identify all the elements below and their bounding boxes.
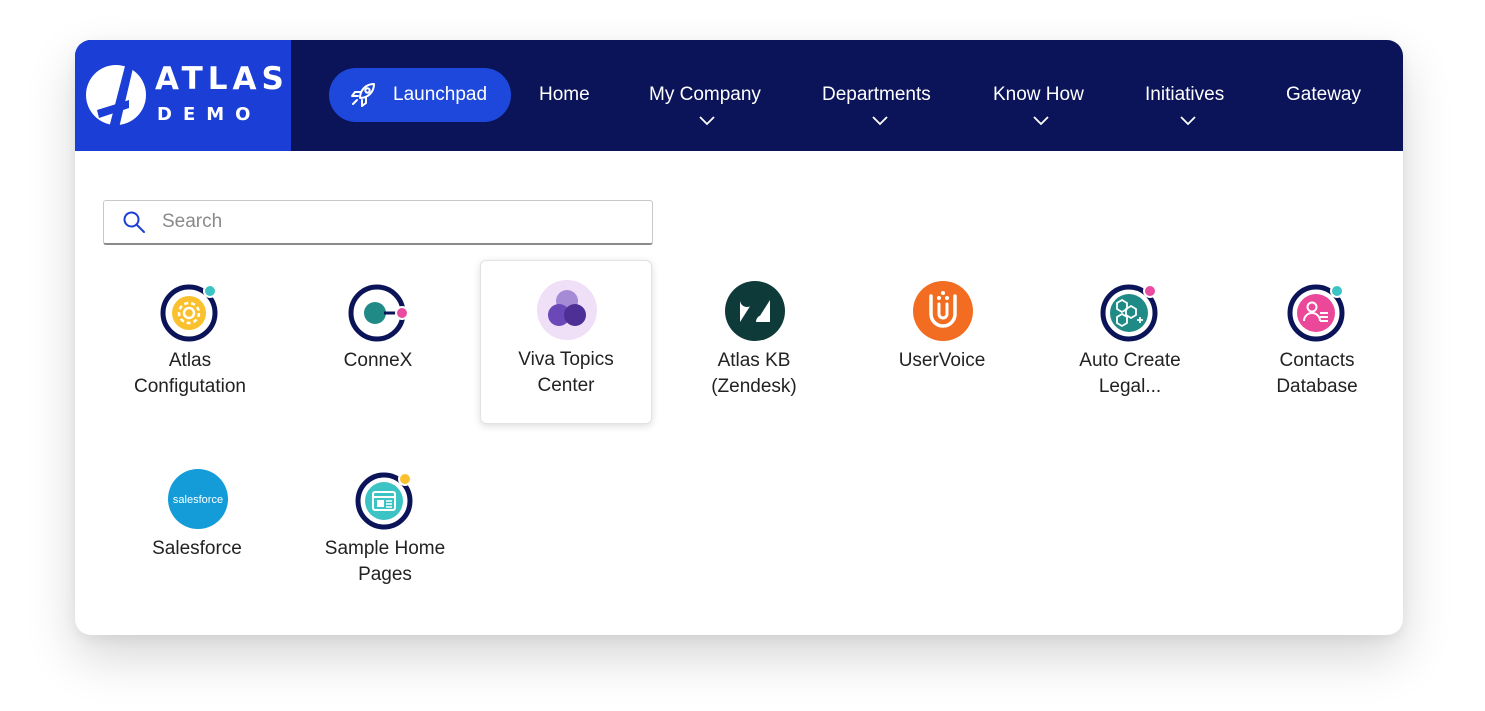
chevron-down-icon[interactable]: [699, 116, 715, 126]
app-label: Viva Topics Center: [518, 349, 614, 396]
viva-topics-icon: [537, 280, 597, 340]
nav-gateway[interactable]: Gateway: [1286, 84, 1361, 106]
nav-departments[interactable]: Departments: [822, 84, 931, 106]
contacts-icon: [1287, 284, 1345, 342]
app-tile-sample-home-pages[interactable]: Sample Home Pages: [300, 450, 470, 612]
app-tile-connex[interactable]: ConneX: [293, 262, 463, 424]
salesforce-icon: salesforce: [168, 469, 228, 529]
app-tile-atlas-kb[interactable]: Atlas KB (Zendesk): [669, 262, 839, 424]
search-input[interactable]: [160, 210, 624, 234]
chevron-down-icon[interactable]: [1180, 116, 1196, 126]
launchpad-card: ATLAS DEMO Launchpad Home My Company Dep…: [75, 40, 1403, 635]
search-box[interactable]: [103, 200, 653, 245]
app-label: ConneX: [343, 350, 413, 371]
nav-initiatives[interactable]: Initiatives: [1145, 84, 1224, 106]
nav-know-how[interactable]: Know How: [993, 84, 1084, 106]
hexagons-icon: [1100, 284, 1158, 342]
rocket-icon: [351, 83, 375, 107]
uservoice-icon: [913, 281, 973, 341]
web-page-icon: [355, 472, 413, 530]
app-label: Salesforce: [152, 538, 242, 559]
zendesk-icon: [725, 281, 785, 341]
salesforce-logo-text: salesforce: [173, 494, 223, 506]
gear-icon: [160, 284, 218, 342]
nav-home[interactable]: Home: [539, 84, 590, 106]
app-tile-salesforce[interactable]: salesforce Salesforce: [112, 450, 282, 612]
search-icon: [123, 211, 145, 233]
brand-subtitle: DEMO: [157, 104, 262, 125]
app-tile-auto-create-legal[interactable]: Auto Create Legal...: [1045, 262, 1215, 424]
app-tile-uservoice[interactable]: UserVoice: [857, 262, 1027, 424]
nav-launchpad-label: Launchpad: [393, 84, 488, 105]
connex-icon: [348, 284, 409, 342]
app-label: Sample Home Pages: [324, 538, 446, 585]
app-tile-viva-topics-center[interactable]: Viva Topics Center: [480, 260, 652, 424]
app-tile-atlas-configutation[interactable]: Atlas Configutation: [105, 262, 275, 424]
nav-launchpad[interactable]: Launchpad: [329, 68, 511, 122]
app-tile-contacts-database[interactable]: Contacts Database: [1232, 262, 1402, 424]
atlas-logo-icon: [86, 65, 146, 128]
nav-my-company[interactable]: My Company: [649, 84, 761, 106]
brand-logo[interactable]: ATLAS DEMO: [75, 40, 291, 151]
brand-name: ATLAS: [155, 61, 289, 97]
app-label: Contacts Database: [1276, 350, 1358, 397]
top-navigation-bar: ATLAS DEMO Launchpad Home My Company Dep…: [75, 40, 1403, 151]
app-label: UserVoice: [898, 350, 986, 371]
app-label: Atlas Configutation: [134, 350, 246, 397]
app-label: Auto Create Legal...: [1079, 350, 1181, 397]
chevron-down-icon[interactable]: [872, 116, 888, 126]
app-label: Atlas KB (Zendesk): [711, 350, 797, 397]
chevron-down-icon[interactable]: [1033, 116, 1049, 126]
